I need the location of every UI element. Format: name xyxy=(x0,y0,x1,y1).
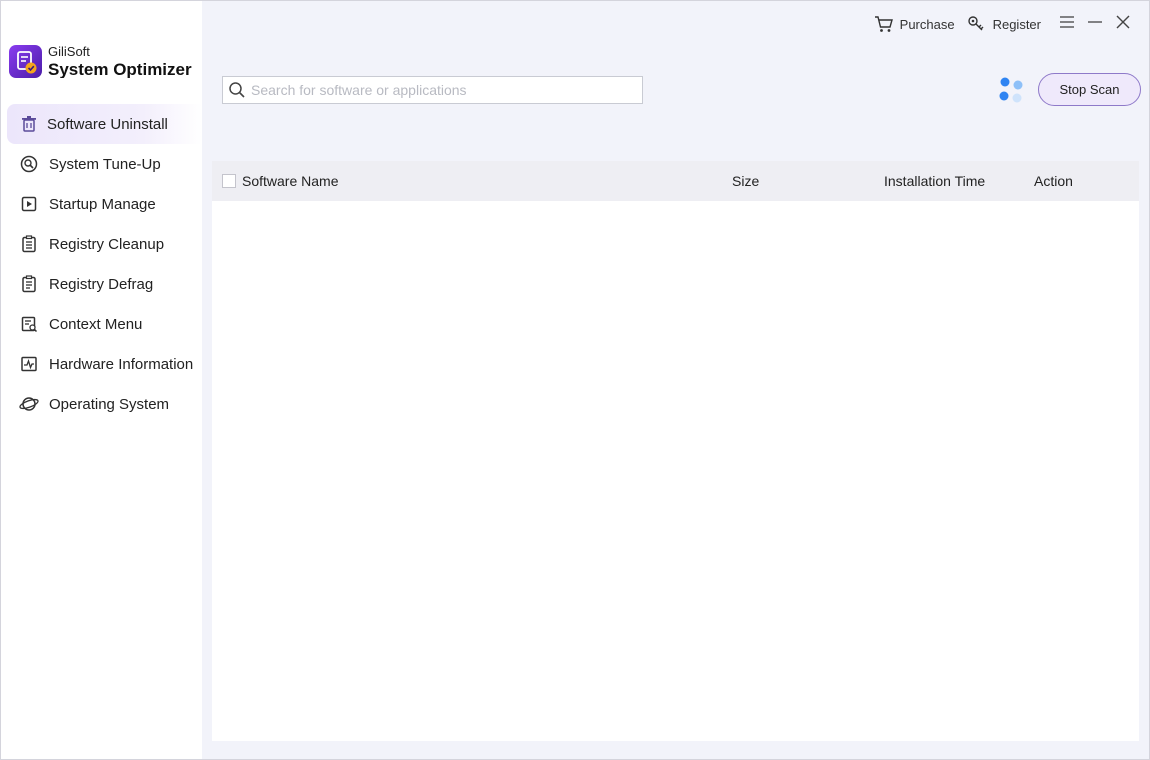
sidebar-item-startup-manage[interactable]: Startup Manage xyxy=(7,184,202,224)
key-icon xyxy=(967,14,987,34)
column-label: Size xyxy=(732,173,760,189)
scan-spinner-icon xyxy=(997,76,1027,104)
column-label: Action xyxy=(1034,173,1073,189)
column-action: Action xyxy=(1034,161,1073,201)
purchase-label: Purchase xyxy=(899,16,955,32)
select-all-checkbox[interactable] xyxy=(222,174,236,188)
tune-icon xyxy=(19,154,39,174)
title-bar-controls: Purchase Register xyxy=(874,11,1137,37)
sidebar-item-system-tune-up[interactable]: System Tune-Up xyxy=(7,144,202,184)
planet-icon xyxy=(19,394,39,414)
trash-icon xyxy=(19,114,39,134)
sidebar-item-label: Operating System xyxy=(49,395,170,413)
app-logo-icon xyxy=(9,44,42,78)
search-input[interactable] xyxy=(251,78,636,102)
app-window: GiliSoft System Optimizer Software Unins… xyxy=(0,0,1150,760)
sidebar-item-hardware-information[interactable]: Hardware Information xyxy=(7,344,202,384)
stop-scan-button[interactable]: Stop Scan xyxy=(1038,73,1141,106)
sidebar-item-label: Registry Cleanup xyxy=(49,235,165,253)
sidebar-item-label: Registry Defrag xyxy=(49,275,154,293)
search-box xyxy=(222,76,643,104)
sidebar: GiliSoft System Optimizer Software Unins… xyxy=(1,1,202,759)
sidebar-item-registry-cleanup[interactable]: Registry Cleanup xyxy=(7,224,202,264)
context-menu-icon xyxy=(19,314,39,334)
register-label: Register xyxy=(992,16,1041,32)
column-software-name: Software Name xyxy=(222,161,338,201)
menu-button[interactable] xyxy=(1053,11,1081,37)
sidebar-item-software-uninstall[interactable]: Software Uninstall xyxy=(7,104,202,144)
company-name: GiliSoft xyxy=(48,44,90,59)
table-header: Software Name Size Installation Time Act… xyxy=(212,161,1139,201)
sidebar-item-label: Hardware Information xyxy=(49,355,194,373)
menu-icon xyxy=(1059,15,1075,34)
hardware-icon xyxy=(19,354,39,374)
sidebar-nav: Software Uninstall System Tune-Up Startu… xyxy=(7,104,202,424)
software-table: Software Name Size Installation Time Act… xyxy=(212,161,1139,741)
sidebar-item-label: System Tune-Up xyxy=(49,155,161,173)
brand-text: GiliSoft System Optimizer xyxy=(48,45,198,78)
sidebar-item-operating-system[interactable]: Operating System xyxy=(7,384,202,424)
close-button[interactable] xyxy=(1109,11,1137,37)
startup-icon xyxy=(19,194,39,214)
column-label: Installation Time xyxy=(884,173,986,189)
minimize-icon xyxy=(1087,15,1103,34)
registry-icon xyxy=(19,234,39,254)
purchase-button[interactable]: Purchase xyxy=(874,14,955,34)
sidebar-item-label: Startup Manage xyxy=(49,195,156,213)
close-icon xyxy=(1115,14,1131,35)
sidebar-item-label: Software Uninstall xyxy=(47,115,168,133)
column-size[interactable]: Size xyxy=(732,161,759,201)
sidebar-item-label: Context Menu xyxy=(49,315,143,333)
product-name: System Optimizer xyxy=(48,59,192,78)
registry-defrag-icon xyxy=(19,274,39,294)
register-button[interactable]: Register xyxy=(967,14,1041,34)
sidebar-item-context-menu[interactable]: Context Menu xyxy=(7,304,202,344)
brand: GiliSoft System Optimizer xyxy=(9,43,199,79)
sidebar-item-registry-defrag[interactable]: Registry Defrag xyxy=(7,264,202,304)
minimize-button[interactable] xyxy=(1081,11,1109,37)
search-icon xyxy=(223,77,251,103)
table-body xyxy=(212,201,1139,741)
column-label: Software Name xyxy=(242,173,339,189)
cart-icon xyxy=(874,14,894,34)
column-installation-time[interactable]: Installation Time xyxy=(884,161,985,201)
